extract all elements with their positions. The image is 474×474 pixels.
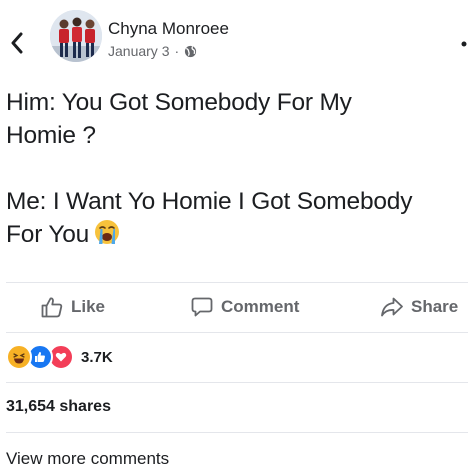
view-more-comments-link[interactable]: View more comments bbox=[6, 449, 169, 469]
post-line-text: For You bbox=[6, 221, 90, 248]
dot-menu-icon bbox=[461, 41, 467, 47]
post-line: Him: You Got Somebody For My bbox=[6, 89, 352, 116]
reaction-count: 3.7K bbox=[81, 348, 113, 366]
thumbs-up-icon bbox=[41, 297, 63, 318]
post-line: Homie ? bbox=[6, 122, 96, 149]
chevron-left-icon bbox=[11, 32, 23, 54]
share-arrow-icon bbox=[381, 297, 403, 317]
comment-button[interactable]: Comment bbox=[190, 292, 299, 322]
author-name[interactable]: Chyna Monroee bbox=[108, 19, 229, 39]
comment-bubble-icon bbox=[191, 297, 213, 317]
haha-icon bbox=[6, 344, 32, 370]
like-button[interactable]: Like bbox=[40, 292, 105, 322]
avatar-photo bbox=[50, 10, 102, 62]
divider bbox=[6, 432, 468, 433]
avatar[interactable] bbox=[50, 10, 102, 62]
post-date[interactable]: January 3 bbox=[108, 43, 169, 59]
divider bbox=[6, 382, 468, 383]
post-text: Him: You Got Somebody For My Homie ? Me:… bbox=[6, 86, 472, 251]
globe-icon bbox=[185, 45, 197, 57]
comment-label: Comment bbox=[221, 297, 300, 316]
meta-separator: · bbox=[174, 43, 180, 59]
post-meta: January 3 · bbox=[108, 43, 197, 59]
divider bbox=[6, 332, 468, 333]
post-line: Me: I Want Yo Homie I Got Somebody bbox=[6, 188, 413, 215]
share-label: Share bbox=[411, 297, 459, 316]
share-count[interactable]: 31,654 shares bbox=[6, 398, 111, 416]
share-button[interactable]: Share bbox=[380, 292, 458, 322]
like-label: Like bbox=[71, 297, 106, 316]
divider bbox=[6, 282, 468, 283]
back-button[interactable] bbox=[6, 30, 28, 56]
more-options-button[interactable] bbox=[460, 30, 468, 52]
loudly-crying-face-icon bbox=[95, 220, 120, 244]
post-line: For You bbox=[6, 218, 472, 251]
reactions-summary[interactable]: 3.7K bbox=[6, 344, 113, 370]
